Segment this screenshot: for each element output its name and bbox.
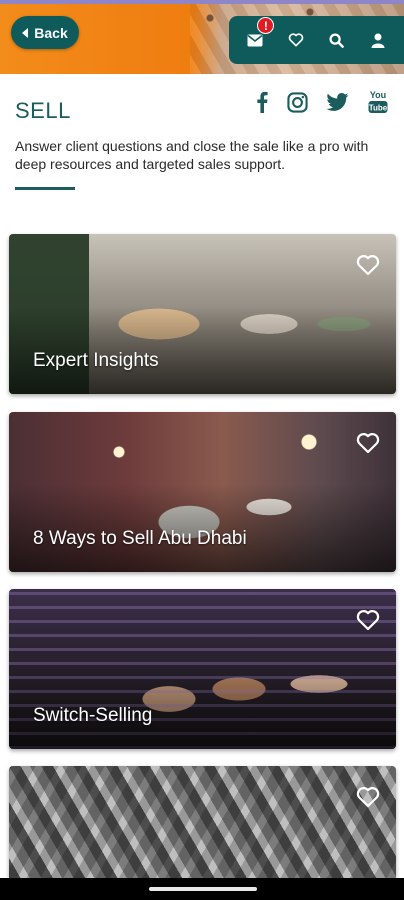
twitter-link[interactable] <box>327 93 349 111</box>
mail-button[interactable]: ! <box>240 17 275 55</box>
title-underline <box>15 187 75 190</box>
social-links: You Tube <box>256 88 388 116</box>
facebook-link[interactable] <box>256 91 268 113</box>
back-button[interactable]: Back <box>11 16 79 49</box>
card-title: Expert Insights <box>33 350 159 371</box>
header-stripe <box>0 0 404 4</box>
instagram-icon <box>287 91 308 113</box>
heart-icon[interactable] <box>356 786 380 808</box>
header-icon-bar: ! <box>229 16 404 64</box>
notification-badge: ! <box>257 17 275 34</box>
instagram-link[interactable] <box>287 91 308 113</box>
search-icon <box>329 32 345 48</box>
card-partial[interactable] <box>9 766 396 878</box>
svg-text:Tube: Tube <box>369 104 388 113</box>
favorites-button[interactable] <box>281 25 311 55</box>
card-title: Switch-Selling <box>33 705 153 726</box>
card-expert-insights[interactable]: Expert Insights <box>9 234 396 394</box>
card-8-ways-abu-dhabi[interactable]: 8 Ways to Sell Abu Dhabi <box>9 412 396 572</box>
youtube-link[interactable]: You Tube <box>368 89 388 115</box>
mail-icon <box>247 34 263 46</box>
twitter-icon <box>327 93 349 111</box>
facebook-icon <box>257 91 268 113</box>
header-banner: Back ! <box>0 0 404 74</box>
card-image <box>9 766 396 878</box>
search-button[interactable] <box>322 25 352 55</box>
card-switch-selling[interactable]: Switch-Selling <box>9 589 396 749</box>
home-gesture-handle[interactable] <box>149 887 257 891</box>
heart-icon[interactable] <box>356 609 380 631</box>
user-icon <box>371 33 385 48</box>
svg-text:You: You <box>370 90 386 100</box>
heart-icon[interactable] <box>356 432 380 454</box>
heart-icon[interactable] <box>356 254 380 276</box>
card-title: 8 Ways to Sell Abu Dhabi <box>33 528 247 549</box>
profile-button[interactable] <box>363 25 393 55</box>
back-arrow-icon <box>22 27 29 38</box>
heart-icon <box>288 33 304 47</box>
page-description: Answer client questions and close the sa… <box>15 138 369 172</box>
youtube-icon: You Tube <box>368 90 388 113</box>
system-navigation-bar <box>0 878 404 900</box>
back-label: Back <box>34 24 68 41</box>
page-title: SELL <box>15 98 71 123</box>
